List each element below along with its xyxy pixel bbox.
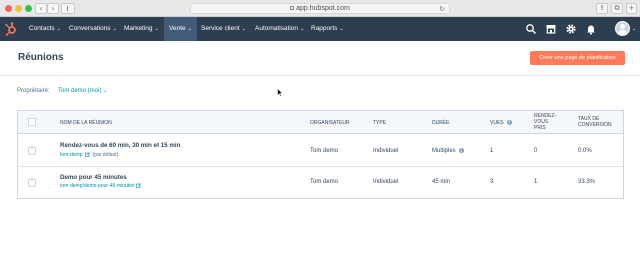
table-row[interactable]: Demo pour 45 minutes tom-demp/demo-pour-…	[18, 168, 623, 198]
column-header-booked-line3: PRIS	[534, 125, 546, 131]
nav-service-client-label: Service client	[201, 25, 240, 32]
nav-automatisation-label: Automatisation	[255, 25, 298, 32]
browser-back-button[interactable]: ‹	[35, 3, 47, 14]
meeting-name-link[interactable]: Demo pour 45 minutes	[60, 174, 127, 181]
address-bar[interactable]: app.hubspot.com ↻	[190, 3, 450, 14]
url-text: app.hubspot.com	[296, 5, 350, 12]
external-link-icon	[84, 152, 90, 157]
marketplace-icon[interactable]	[545, 23, 557, 35]
chevron-down-icon: ⌄	[339, 26, 344, 32]
browser-forward-button[interactable]: ›	[47, 3, 59, 14]
chevron-down-icon: ⌄	[187, 26, 192, 32]
duration-cell: Multiples i	[432, 148, 464, 154]
info-icon[interactable]: i	[458, 148, 464, 153]
column-header-views[interactable]: VUES i	[490, 120, 512, 126]
owner-filter-dropdown[interactable]: Tom demo (moi) ⌄	[58, 88, 107, 94]
column-header-type[interactable]: TYPE	[373, 120, 386, 126]
chevron-down-icon: ⌄	[112, 26, 117, 32]
nav-rapports[interactable]: Rapports ⌄	[308, 17, 347, 41]
close-window-button[interactable]	[5, 5, 12, 12]
booked-cell: 1	[534, 179, 538, 185]
duration-cell: 45 min	[432, 179, 451, 185]
minimize-window-button[interactable]	[15, 5, 22, 12]
nav-contacts-label: Contacts	[29, 25, 55, 32]
page-title: Réunions	[18, 52, 64, 63]
sidebar-toggle-button[interactable]	[61, 3, 75, 14]
search-icon[interactable]	[525, 23, 537, 35]
chevron-down-icon: ⌄	[103, 88, 108, 94]
default-tag: (par défaut)	[92, 152, 119, 158]
table-header: NOM DE LA RÉUNION ORGANISATEUR TYPE DURÉ…	[18, 111, 623, 134]
nav-conversations[interactable]: Conversations ⌄	[66, 17, 120, 41]
show-tabs-button[interactable]: ⧉	[611, 3, 623, 14]
select-all-checkbox[interactable]	[28, 118, 36, 126]
hubspot-logo-icon[interactable]	[4, 22, 18, 36]
nav-rapports-label: Rapports	[311, 25, 338, 32]
chevron-down-icon: ⌄	[154, 26, 159, 32]
create-scheduling-page-button[interactable]: Créer une page de planification	[530, 51, 625, 65]
conversion-cell: 0.0%	[578, 148, 592, 154]
nav-service-client[interactable]: Service client ⌄	[198, 17, 249, 41]
browser-toolbar: ‹ › app.hubspot.com ↻ ⇪ ⧉ +	[0, 0, 640, 17]
meeting-name-link[interactable]: Rendez-vous de 60 min, 30 min et 15 min	[60, 142, 180, 149]
row-checkbox[interactable]	[28, 147, 36, 155]
column-header-organizer[interactable]: ORGANISATEUR	[310, 120, 350, 126]
nav-automatisation[interactable]: Automatisation ⌄	[252, 17, 307, 41]
mouse-cursor-icon	[277, 88, 283, 97]
lock-icon	[290, 6, 295, 10]
nav-vente-label: Vente	[169, 25, 186, 32]
new-tab-button[interactable]: +	[626, 3, 637, 14]
meeting-url-text: tom-demp/demo-pour-45-minutes	[60, 183, 135, 189]
maximize-window-button[interactable]	[25, 5, 32, 12]
chevron-down-icon[interactable]: ⌄	[632, 26, 636, 32]
info-icon[interactable]: i	[506, 120, 512, 125]
table-row[interactable]: Rendez-vous de 60 min, 30 min et 15 min …	[18, 135, 623, 167]
page-header: Réunions Créer une page de planification	[0, 41, 640, 76]
meetings-table: NOM DE LA RÉUNION ORGANISATEUR TYPE DURÉ…	[17, 110, 624, 199]
nav-conversations-label: Conversations	[69, 25, 111, 32]
column-header-views-label: VUES	[490, 120, 504, 126]
views-cell: 1	[490, 148, 494, 154]
share-button[interactable]: ⇪	[596, 3, 608, 14]
settings-icon[interactable]	[565, 23, 577, 35]
chevron-down-icon: ⌄	[300, 26, 305, 32]
row-checkbox[interactable]	[28, 179, 36, 187]
column-header-conversion-line2: CONVERSION	[578, 122, 612, 128]
main-navbar: Contacts ⌄ Conversations ⌄ Marketing ⌄ Vent…	[0, 17, 640, 41]
meeting-url-text: tom-demp	[60, 152, 83, 158]
organizer-cell: Tom demo	[310, 148, 339, 154]
reload-icon[interactable]: ↻	[439, 4, 445, 14]
duration-value: Multiples	[432, 148, 456, 154]
views-cell: 3	[490, 179, 494, 185]
column-header-name[interactable]: NOM DE LA RÉUNION	[60, 120, 112, 126]
external-link-icon	[136, 183, 142, 188]
nav-marketing[interactable]: Marketing ⌄	[121, 17, 162, 41]
organizer-cell: Tom demo	[310, 179, 339, 185]
nav-vente[interactable]: Vente ⌄	[164, 17, 197, 41]
conversion-cell: 33.3%	[578, 179, 596, 185]
nav-marketing-label: Marketing	[124, 25, 153, 32]
chevron-down-icon: ⌄	[56, 26, 61, 32]
column-header-conversion[interactable]: TAUX DE CONVERSION	[578, 116, 612, 128]
chevron-down-icon: ⌄	[241, 26, 246, 32]
meeting-url[interactable]: tom-demp/demo-pour-45-minutes	[60, 183, 142, 189]
meeting-url[interactable]: tom-demp (par défaut)	[60, 152, 118, 158]
notifications-icon[interactable]	[585, 23, 597, 35]
booked-cell: 0	[534, 148, 538, 154]
column-header-booked[interactable]: RENDEZ- VOUS PRIS	[534, 113, 556, 131]
avatar[interactable]	[615, 21, 630, 36]
nav-contacts[interactable]: Contacts ⌄	[26, 17, 64, 41]
owner-filter-value: Tom demo (moi)	[58, 88, 102, 94]
column-header-duration[interactable]: DURÉE	[432, 120, 450, 126]
type-cell: Individuel	[373, 148, 399, 154]
type-cell: Individuel	[373, 179, 399, 185]
owner-filter-label: Propriétaire:	[17, 88, 50, 94]
